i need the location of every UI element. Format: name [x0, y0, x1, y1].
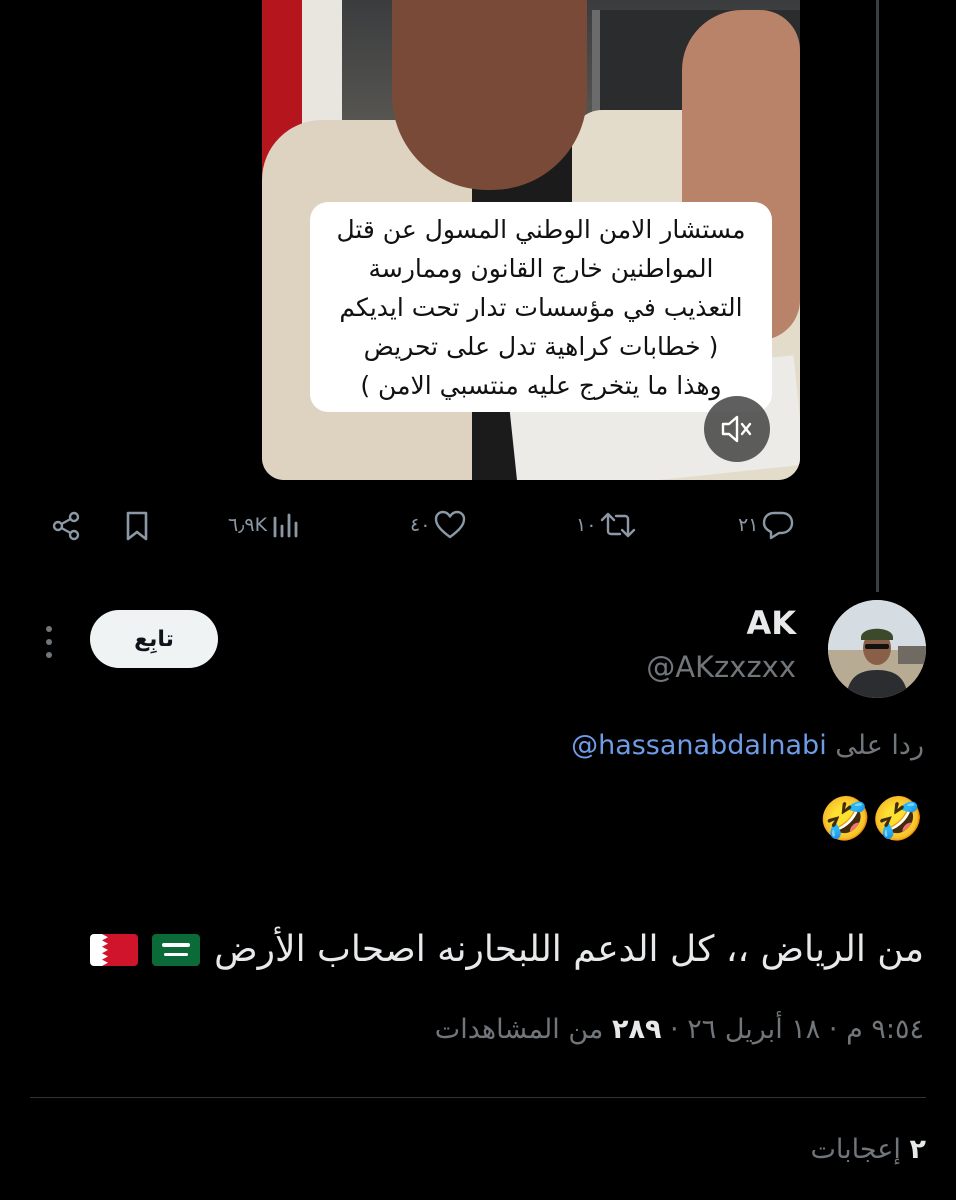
tweet-time[interactable]: ٩:٥٤ م	[846, 1014, 924, 1045]
emoji-line: 🤣🤣	[819, 794, 924, 843]
likes-summary[interactable]: ٢ إعجابات	[810, 1134, 926, 1165]
reposts-count: ١٠	[576, 514, 597, 536]
avatar[interactable]	[828, 600, 926, 698]
replying-to-prefix: ردا على	[835, 730, 924, 761]
analytics-icon	[273, 513, 298, 538]
speaker-muted-icon	[721, 415, 752, 443]
display-name[interactable]: AK	[746, 604, 796, 642]
bookmark-icon	[126, 511, 148, 541]
video-caption-box: مستشار الامن الوطني المسول عن قتل المواط…	[310, 202, 772, 412]
user-handle[interactable]: @AKzxzxx	[646, 650, 796, 684]
avatar-image	[828, 600, 926, 698]
replying-to-link[interactable]: @hassanabdalnabi	[571, 730, 827, 761]
views-count: ٦٫٩K	[228, 514, 268, 536]
repost-icon	[601, 512, 636, 538]
share-icon	[52, 511, 80, 541]
views-label: من المشاهدات	[434, 1014, 604, 1045]
heart-icon	[435, 510, 466, 539]
share-button[interactable]	[50, 510, 82, 542]
video-caption-text: مستشار الامن الوطني المسول عن قتل المواط…	[336, 215, 746, 400]
replying-to: ردا على @hassanabdalnabi	[571, 730, 924, 761]
likes-count: ٤٠	[410, 514, 431, 536]
saudi-flag	[152, 934, 201, 966]
likes-summary-label: إعجابات	[810, 1134, 901, 1165]
bookmark-button[interactable]	[122, 510, 152, 542]
reply-text: من الرياض ،، كل الدعم اللبحارنه اصحاب ال…	[214, 929, 924, 970]
tweet-date[interactable]: ١٨ أبريل ٢٦	[687, 1014, 820, 1045]
repost-button[interactable]: ١٠	[576, 510, 636, 540]
meta-separator: ·	[828, 1014, 838, 1045]
reply-button[interactable]: ٢١	[738, 510, 794, 540]
reply-body: من الرياض ،، كل الدعم اللبحارنه اصحاب ال…	[90, 926, 924, 974]
mute-button[interactable]	[704, 396, 770, 462]
more-options-button[interactable]	[42, 624, 56, 660]
bahrain-flag	[90, 934, 139, 966]
views-button[interactable]: ٦٫٩K	[228, 510, 301, 540]
likes-summary-count: ٢	[909, 1134, 926, 1165]
meta-separator: ·	[670, 1014, 679, 1045]
follow-button[interactable]: تابِع	[90, 610, 218, 668]
replies-count: ٢١	[738, 514, 759, 536]
video-player[interactable]: مستشار الامن الوطني المسول عن قتل المواط…	[262, 0, 800, 480]
thread-line	[876, 0, 879, 592]
video-person-face	[392, 0, 587, 190]
reply-bubble-icon	[763, 511, 794, 540]
tweet-meta: ٩:٥٤ م · ١٨ أبريل ٢٦ · ٢٨٩ من المشاهدات	[435, 1014, 924, 1045]
more-vertical-icon	[46, 626, 52, 658]
divider	[30, 1097, 926, 1098]
views-count-bold: ٢٨٩	[611, 1014, 662, 1045]
follow-label: تابِع	[134, 626, 174, 652]
like-button[interactable]: ٤٠	[410, 510, 466, 540]
